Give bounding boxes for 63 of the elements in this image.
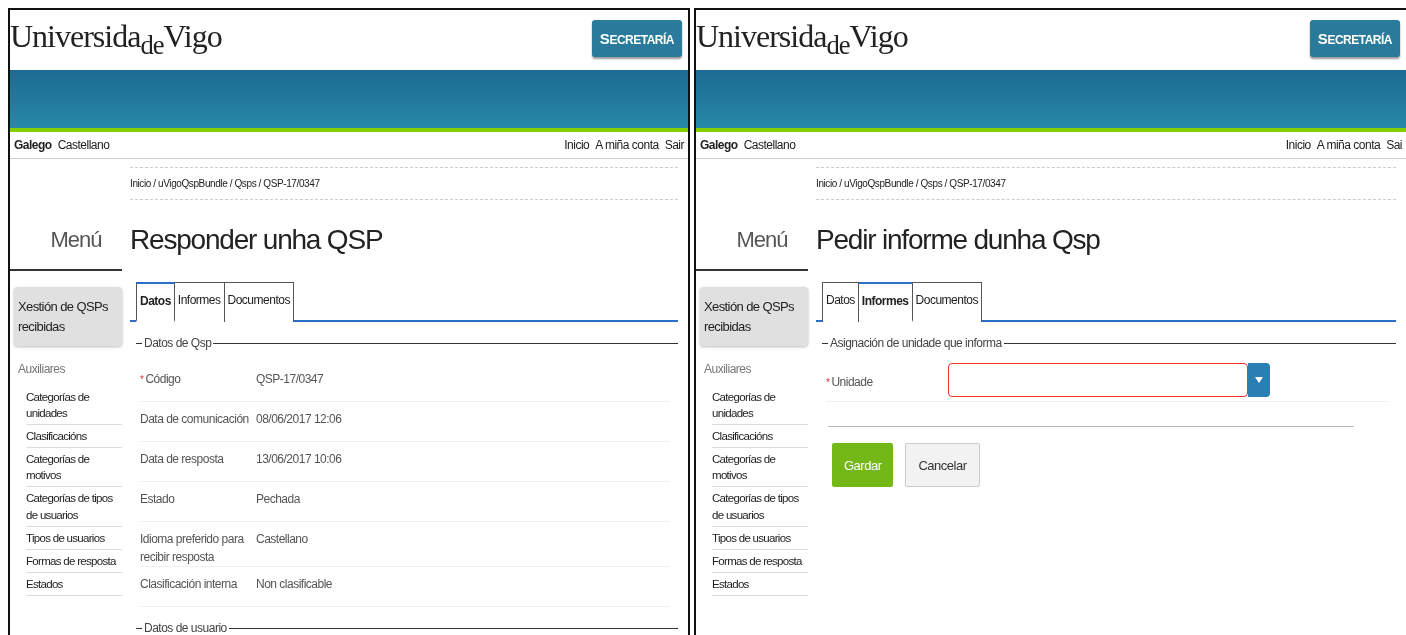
field-value: 13/06/2017 10:06 [256, 451, 342, 468]
tab[interactable]: Informes [858, 282, 913, 322]
menu-subitem[interactable]: Categorías de motivos [712, 448, 808, 488]
secretaria-button[interactable]: SECRETARÍA [1309, 20, 1400, 57]
menu-heading: Menú [10, 227, 122, 271]
dropdown-caret-icon [1248, 362, 1270, 397]
menu-subitem[interactable]: Tipos de usuarios [26, 526, 122, 550]
field-label: Data de resposta [140, 451, 225, 468]
language-link[interactable]: Galego [14, 138, 52, 152]
tab[interactable]: Datos [136, 282, 175, 322]
field-label: Data de comunicación [140, 411, 250, 428]
user-link[interactable]: A miña conta [595, 138, 659, 152]
menu-subitem[interactable]: Categorías de tipos de usuarios [712, 487, 808, 527]
tab[interactable]: Datos [822, 282, 859, 322]
section-legend: Asignación de unidade que informa [830, 336, 1002, 350]
menu-section-label: Auxiliares [704, 362, 753, 376]
user-link[interactable]: A miña conta [1316, 138, 1381, 152]
language-link[interactable]: Castellano [57, 138, 110, 152]
menu-subitem[interactable]: Categorías de unidades [712, 386, 808, 426]
menu-subitem[interactable]: Categorías de unidades [26, 386, 122, 426]
section-legend: Datos de usuario [144, 621, 227, 635]
secretaria-button[interactable]: SECRETARÍA [591, 20, 682, 57]
field-value: QSP-17/0347 [256, 371, 324, 388]
menu-section-label: Auxiliares [18, 362, 67, 376]
menu-item[interactable]: Xestión de QSPs recibidas [700, 287, 808, 346]
field-label: * Código [140, 371, 182, 388]
menu-subitem[interactable]: Tipos de usuarios [712, 526, 808, 550]
user-link[interactable]: Sair [664, 138, 684, 152]
menu-subitem[interactable]: Estados [712, 572, 808, 596]
breadcrumb: Inicio / uVigoQspBundle / Qsps / QSP-17/0347 [130, 167, 678, 200]
field-label: * Unidade [826, 373, 874, 391]
language-link[interactable]: Galego [700, 138, 738, 152]
breadcrumb: Inicio / uVigoQspBundle / Qsps / QSP-17/0347 [816, 167, 1396, 200]
field-value: Pechada [256, 491, 300, 508]
menu-subitem[interactable]: Clasificacións [712, 425, 808, 449]
menu-subitem[interactable]: Categorías de tipos de usuarios [26, 487, 122, 527]
cancel-button[interactable]: Cancelar [905, 443, 980, 487]
unit-select-field[interactable] [948, 362, 1270, 397]
field-value: Non clasificable [256, 576, 333, 593]
menu-subitem[interactable]: Formas de resposta [712, 549, 808, 573]
menu-item[interactable]: Xestión de QSPs recibidas [14, 287, 122, 346]
field-label: Idioma preferido para recibir resposta [140, 531, 245, 566]
university-logo[interactable]: Universida$_{de}$Vigo [10, 20, 222, 60]
tab[interactable]: Informes [174, 282, 225, 322]
tab[interactable]: Documentos [912, 282, 982, 322]
field-value: 08/06/2017 12:06 [256, 411, 342, 428]
menu-subitem[interactable]: Clasificacións [26, 425, 122, 449]
user-link[interactable]: Sai [1386, 138, 1402, 152]
language-link[interactable]: Castellano [743, 138, 796, 152]
menu-subitem[interactable]: Estados [26, 572, 122, 596]
field-value: Castellano [256, 531, 308, 548]
university-logo[interactable]: Universida$_{de}$Vigo [696, 20, 908, 60]
page-title: Pedir informe dunha Qsp [816, 224, 1101, 256]
field-label: Estado [140, 491, 176, 508]
section-legend: Datos de Qsp [144, 336, 212, 350]
user-link[interactable]: Inicio [1285, 138, 1311, 152]
menu-subitem[interactable]: Categorías de motivos [26, 448, 122, 488]
page-title: Responder unha QSP [130, 224, 384, 256]
menu-subitem[interactable]: Formas de resposta [26, 549, 122, 573]
tab[interactable]: Documentos [224, 282, 294, 322]
user-link[interactable]: Inicio [564, 138, 590, 152]
field-label: Clasificación interna [140, 576, 239, 593]
menu-heading: Menú [696, 227, 808, 271]
